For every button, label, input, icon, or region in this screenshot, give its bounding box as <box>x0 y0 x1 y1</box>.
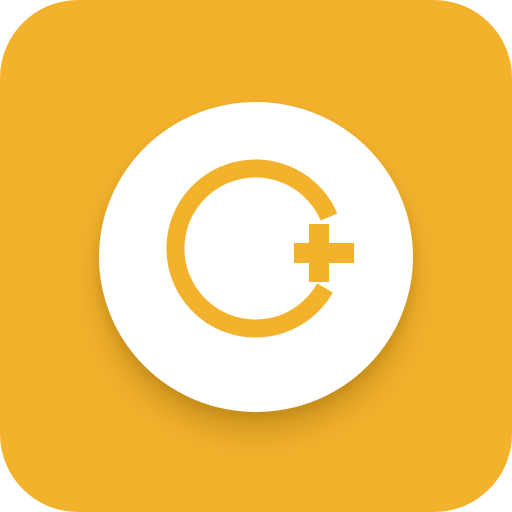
plus-horizontal-bar <box>294 243 354 263</box>
app-icon-canvas <box>0 0 512 512</box>
ring-with-plus-icon <box>166 159 354 338</box>
